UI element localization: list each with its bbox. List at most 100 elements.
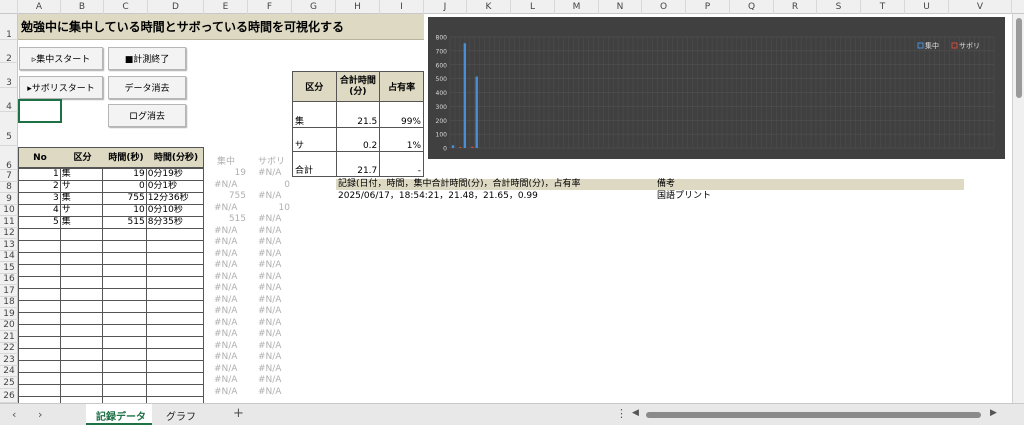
helper-cell[interactable]: #N/A: [214, 237, 237, 247]
table-cell[interactable]: サ: [59, 204, 103, 217]
row-header-13[interactable]: 13: [0, 239, 18, 251]
col-header-o[interactable]: O: [642, 0, 686, 14]
log-entry[interactable]: 2025/06/17，18:54:21，21.48，21.65，0.99: [338, 191, 538, 202]
table-cell[interactable]: [101, 276, 147, 289]
helper-cell[interactable]: #N/A: [214, 306, 237, 316]
table-cell[interactable]: [145, 288, 205, 301]
table-cell[interactable]: [59, 228, 103, 241]
col-header-p[interactable]: P: [686, 0, 730, 14]
table-cell[interactable]: [59, 384, 103, 397]
table-cell[interactable]: [18, 276, 61, 289]
chart-bar[interactable]: [475, 76, 478, 148]
summary-cell[interactable]: 21.7: [335, 151, 381, 177]
table-cell[interactable]: [145, 276, 205, 289]
col-header-c[interactable]: C: [104, 0, 148, 14]
tab-split-handle-icon[interactable]: ⋮: [616, 407, 627, 420]
table-cell[interactable]: [18, 264, 61, 277]
scroll-right-icon[interactable]: ▶: [990, 408, 997, 418]
table-cell[interactable]: [18, 324, 61, 337]
table-cell[interactable]: 0: [101, 180, 147, 193]
col-header-i[interactable]: I: [380, 0, 424, 14]
table-cell[interactable]: [101, 312, 147, 325]
add-sheet-icon[interactable]: +: [233, 406, 244, 421]
row-header-14[interactable]: 14: [0, 251, 18, 262]
col-header-f[interactable]: F: [248, 0, 292, 14]
table-cell[interactable]: [145, 336, 205, 349]
helper-cell[interactable]: #N/A: [258, 260, 281, 270]
helper-cell[interactable]: #N/A: [214, 387, 237, 397]
table-cell[interactable]: [18, 312, 61, 325]
col-header-r[interactable]: R: [774, 0, 817, 14]
helper-cell[interactable]: #N/A: [214, 295, 237, 305]
table-cell[interactable]: [145, 312, 205, 325]
row-header-1[interactable]: 1: [0, 14, 18, 40]
helper-cell[interactable]: #N/A: [214, 318, 237, 328]
table-cell[interactable]: 0分10秒: [145, 204, 205, 217]
col-header-e[interactable]: E: [204, 0, 248, 14]
col-header-n[interactable]: N: [599, 0, 642, 14]
row-header-22[interactable]: 22: [0, 343, 18, 354]
helper-cell[interactable]: #N/A: [214, 364, 237, 374]
summary-cell[interactable]: 0.2: [335, 127, 381, 152]
table-cell[interactable]: 3: [18, 192, 61, 205]
table-cell[interactable]: [145, 348, 205, 361]
chart-bar[interactable]: [451, 145, 455, 148]
tab-graph[interactable]: グラフ: [156, 404, 204, 425]
helper-cell[interactable]: #N/A: [214, 272, 237, 282]
table-cell[interactable]: [101, 228, 147, 241]
col-header-b[interactable]: B: [61, 0, 104, 14]
chart-bar[interactable]: [463, 43, 467, 148]
focus-start-button[interactable]: ▹集中スタート: [19, 47, 103, 70]
row-header-4[interactable]: 4: [0, 88, 18, 112]
table-cell[interactable]: [145, 384, 205, 397]
table-cell[interactable]: [59, 324, 103, 337]
col-header-u[interactable]: U: [905, 0, 949, 14]
table-cell[interactable]: 0分1秒: [145, 180, 205, 193]
summary-cell[interactable]: 合計: [292, 151, 337, 177]
row-header-24[interactable]: 24: [0, 366, 18, 377]
vertical-scrollbar[interactable]: [1012, 14, 1024, 403]
row-header-2[interactable]: 2: [0, 40, 18, 64]
table-cell[interactable]: [18, 336, 61, 349]
summary-cell[interactable]: 1%: [379, 127, 424, 152]
table-cell[interactable]: [18, 288, 61, 301]
table-cell[interactable]: [59, 264, 103, 277]
summary-cell[interactable]: -: [379, 151, 424, 177]
helper-cell[interactable]: 19: [204, 168, 246, 178]
col-header-g[interactable]: G: [292, 0, 336, 14]
row-header-11[interactable]: 11: [0, 216, 18, 228]
table-cell[interactable]: [18, 228, 61, 241]
table-cell[interactable]: 2: [18, 180, 61, 193]
table-cell[interactable]: [145, 360, 205, 373]
col-header-s[interactable]: S: [817, 0, 861, 14]
helper-cell[interactable]: #N/A: [258, 237, 281, 247]
helper-cell[interactable]: #N/A: [214, 329, 237, 339]
table-cell[interactable]: [101, 324, 147, 337]
helper-cell[interactable]: #N/A: [258, 272, 281, 282]
vertical-scroll-thumb[interactable]: [1016, 18, 1022, 98]
table-cell[interactable]: [59, 252, 103, 265]
table-cell[interactable]: [18, 240, 61, 253]
prev-sheet-icon[interactable]: ‹: [12, 408, 16, 421]
helper-cell[interactable]: 10: [248, 203, 290, 213]
helper-cell[interactable]: #N/A: [214, 283, 237, 293]
helper-cell[interactable]: #N/A: [258, 306, 281, 316]
table-cell[interactable]: [101, 300, 147, 313]
row-header-5[interactable]: 5: [0, 112, 18, 146]
helper-cell[interactable]: #N/A: [258, 387, 281, 397]
table-cell[interactable]: [59, 348, 103, 361]
row-header-16[interactable]: 16: [0, 274, 18, 285]
helper-cell[interactable]: #N/A: [214, 260, 237, 270]
col-header-m[interactable]: M: [555, 0, 599, 14]
table-cell[interactable]: [101, 288, 147, 301]
row-header-12[interactable]: 12: [0, 228, 18, 239]
helper-cell[interactable]: #N/A: [258, 283, 281, 293]
row-header-25[interactable]: 25: [0, 377, 18, 389]
scroll-left-icon[interactable]: ◀: [632, 408, 639, 418]
table-cell[interactable]: [59, 240, 103, 253]
table-cell[interactable]: サ: [59, 180, 103, 193]
table-cell[interactable]: [18, 348, 61, 361]
table-cell[interactable]: [59, 360, 103, 373]
active-cell-a4[interactable]: [18, 99, 62, 123]
table-cell[interactable]: [18, 300, 61, 313]
